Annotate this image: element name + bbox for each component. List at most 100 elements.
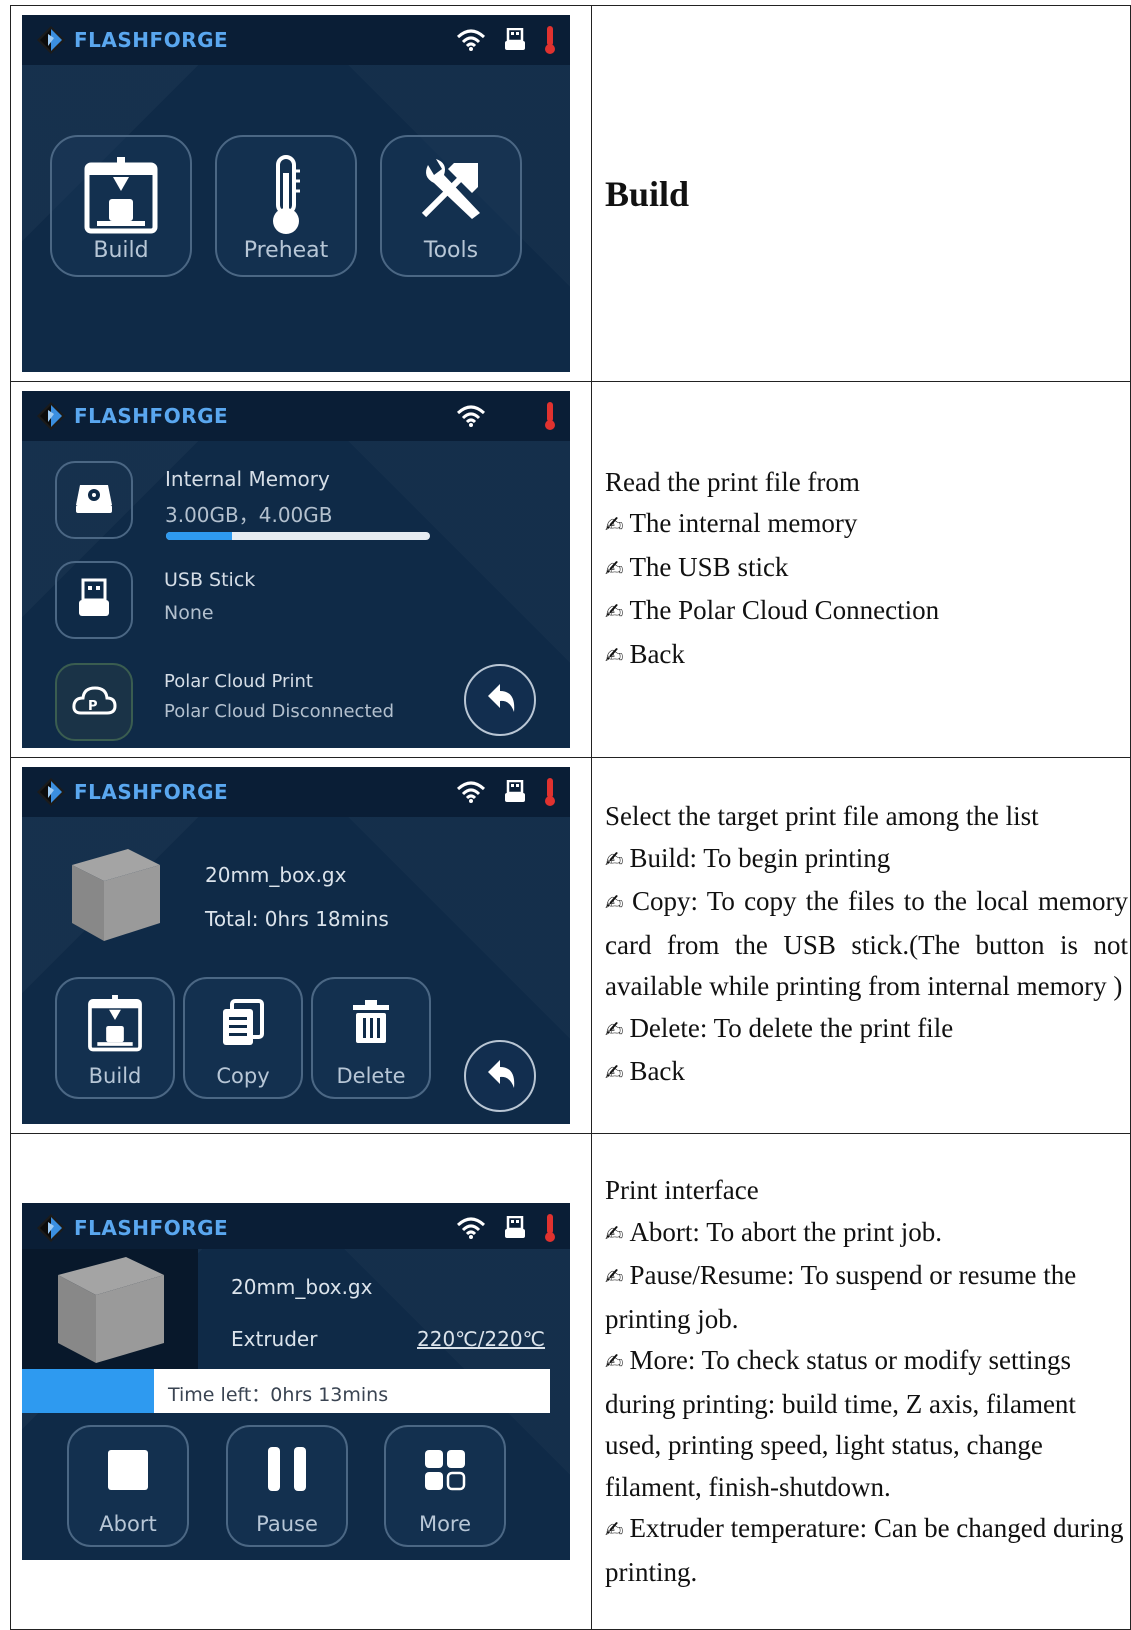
bullet-text: Back [629, 1056, 685, 1087]
pause-label: Pause [256, 1512, 318, 1536]
status-bar: FLASHFORGE [22, 15, 570, 65]
thermometer-icon [544, 777, 556, 811]
build-tile[interactable]: Build [55, 977, 175, 1099]
tools-icon [382, 155, 520, 225]
status-bar: FLASHFORGE [22, 1203, 570, 1249]
manual-table: FLASHFORGE Build Preheat Tools Build FLA… [10, 5, 1131, 1630]
bullet-text: Back [629, 638, 685, 669]
pen-bullet-icon: ✍ [605, 847, 624, 873]
bullet-text: Build: To begin printing [629, 842, 891, 873]
pause-icon [228, 1445, 346, 1493]
flashforge-logo-icon [36, 401, 66, 431]
pen-bullet-icon: ✍ [605, 1265, 624, 1290]
brand-name: FLASHFORGE [74, 1216, 229, 1240]
copy-tile[interactable]: Copy [183, 977, 303, 1099]
back-arrow-icon [480, 678, 520, 722]
print-progress-fill [22, 1369, 154, 1413]
model-preview-icon [56, 1255, 166, 1369]
extruder-temperature[interactable]: 220℃/220℃ [417, 1327, 545, 1351]
tools-tile[interactable]: Tools [380, 135, 522, 277]
pen-bullet-icon: ✍ [605, 1221, 624, 1247]
preheat-tile[interactable]: Preheat [215, 135, 357, 277]
bullet-item: ✍ The USB stick [605, 547, 1128, 591]
intro-line: Select the target print file among the l… [605, 801, 1039, 832]
status-icons [456, 1213, 556, 1247]
file-detail-screen: FLASHFORGE 20mm_box.gx Total: 0hrs 18min… [22, 767, 570, 1124]
screenshot-cell: FLASHFORGE 20mm_box.gx Extruder 220℃/220… [10, 1133, 592, 1630]
intro-line: Print interface [605, 1175, 759, 1205]
brand-logo: FLASHFORGE [36, 401, 228, 431]
bullet-item: ✍ The internal memory [605, 503, 1128, 547]
bullet-item: ✍ Pause/Resume: To suspend or resume the … [605, 1255, 1128, 1340]
brand-name: FLASHFORGE [74, 404, 229, 428]
usb-stick-value: None [164, 602, 214, 624]
bullet-text: Copy: To copy the files to the local mem… [605, 886, 1128, 1002]
wifi-icon [456, 780, 486, 808]
svg-text:P: P [88, 699, 98, 714]
memory-progress-bar [166, 532, 430, 540]
print-screen: FLASHFORGE 20mm_box.gx Extruder 220℃/220… [22, 1203, 570, 1560]
description-cell: Read the print file from ✍ The internal m… [591, 381, 1131, 758]
delete-tile[interactable]: Delete [311, 977, 431, 1099]
usb-icon [504, 27, 526, 56]
pen-bullet-icon: ✍ [605, 556, 624, 582]
usb-stick-button[interactable] [55, 561, 133, 639]
tools-label: Tools [423, 238, 479, 263]
preheat-label: Preheat [243, 238, 329, 263]
pen-bullet-icon: ✍ [605, 1350, 624, 1375]
printer-icon [57, 993, 173, 1053]
build-label: Build [88, 1064, 142, 1088]
polar-cloud-title: Polar Cloud Print [164, 671, 313, 692]
internal-memory-value: 3.00GB，4.00GB [165, 503, 333, 527]
bullet-text: The USB stick [629, 551, 789, 582]
back-button[interactable] [464, 1040, 536, 1112]
brand-logo: FLASHFORGE [36, 1213, 228, 1243]
disk-icon [74, 481, 114, 519]
usb-icon [77, 578, 111, 622]
intro-line: Read the print file from [605, 466, 860, 497]
bullet-text: More: To check status or modify settings… [605, 1345, 1076, 1502]
back-button[interactable] [464, 664, 536, 736]
abort-label: Abort [99, 1512, 157, 1536]
flashforge-logo-icon [36, 777, 66, 807]
bullet-item: ✍ Back [605, 1051, 1128, 1095]
usb-stick-title: USB Stick [164, 569, 256, 591]
bullet-text: Abort: To abort the print job. [629, 1216, 943, 1247]
pen-bullet-icon: ✍ [605, 891, 626, 917]
pen-bullet-icon: ✍ [605, 1017, 624, 1043]
status-icons [456, 401, 556, 435]
extruder-label: Extruder [231, 1327, 318, 1351]
description-cell: Print interface ✍ Abort: To abort the pri… [591, 1133, 1131, 1630]
internal-memory-button[interactable] [55, 461, 133, 539]
status-icons [456, 25, 556, 59]
file-name: 20mm_box.gx [205, 863, 347, 887]
pen-bullet-icon: ✍ [605, 643, 624, 669]
bullet-text: Delete: To delete the print file [629, 1012, 954, 1043]
thermometer-icon [217, 155, 355, 237]
brand-logo: FLASHFORGE [36, 25, 228, 55]
bullet-item: ✍ Copy: To copy the files to the local me… [605, 881, 1128, 1008]
more-tile[interactable]: More [384, 1425, 506, 1547]
wifi-icon [456, 1216, 486, 1244]
brand-name: FLASHFORGE [74, 780, 229, 804]
pen-bullet-icon: ✍ [605, 1518, 624, 1543]
bullet-text: The internal memory [629, 508, 858, 539]
model-preview-panel [22, 1249, 198, 1369]
memory-progress-fill [166, 532, 232, 540]
abort-tile[interactable]: Abort [67, 1425, 189, 1547]
total-time: Total: 0hrs 18mins [205, 907, 389, 931]
printer-icon [52, 155, 190, 235]
bullet-text: Extruder temperature: Can be changed dur… [605, 1513, 1124, 1587]
polar-cloud-button[interactable]: P [55, 663, 133, 741]
copy-icon [185, 999, 301, 1047]
description-cell: Build [591, 5, 1131, 382]
pause-tile[interactable]: Pause [226, 1425, 348, 1547]
screenshot-cell: FLASHFORGE Build Preheat Tools [10, 5, 592, 382]
table-row: FLASHFORGE Internal Memory 3.00GB，4.00GB [10, 381, 1131, 758]
screenshot-cell: FLASHFORGE 20mm_box.gx Total: 0hrs 18min… [10, 757, 592, 1134]
pen-bullet-icon: ✍ [605, 1061, 624, 1087]
build-tile[interactable]: Build [50, 135, 192, 277]
flashforge-logo-icon [36, 25, 66, 55]
description-cell: Select the target print file among the l… [591, 757, 1131, 1134]
usb-icon [504, 779, 526, 808]
